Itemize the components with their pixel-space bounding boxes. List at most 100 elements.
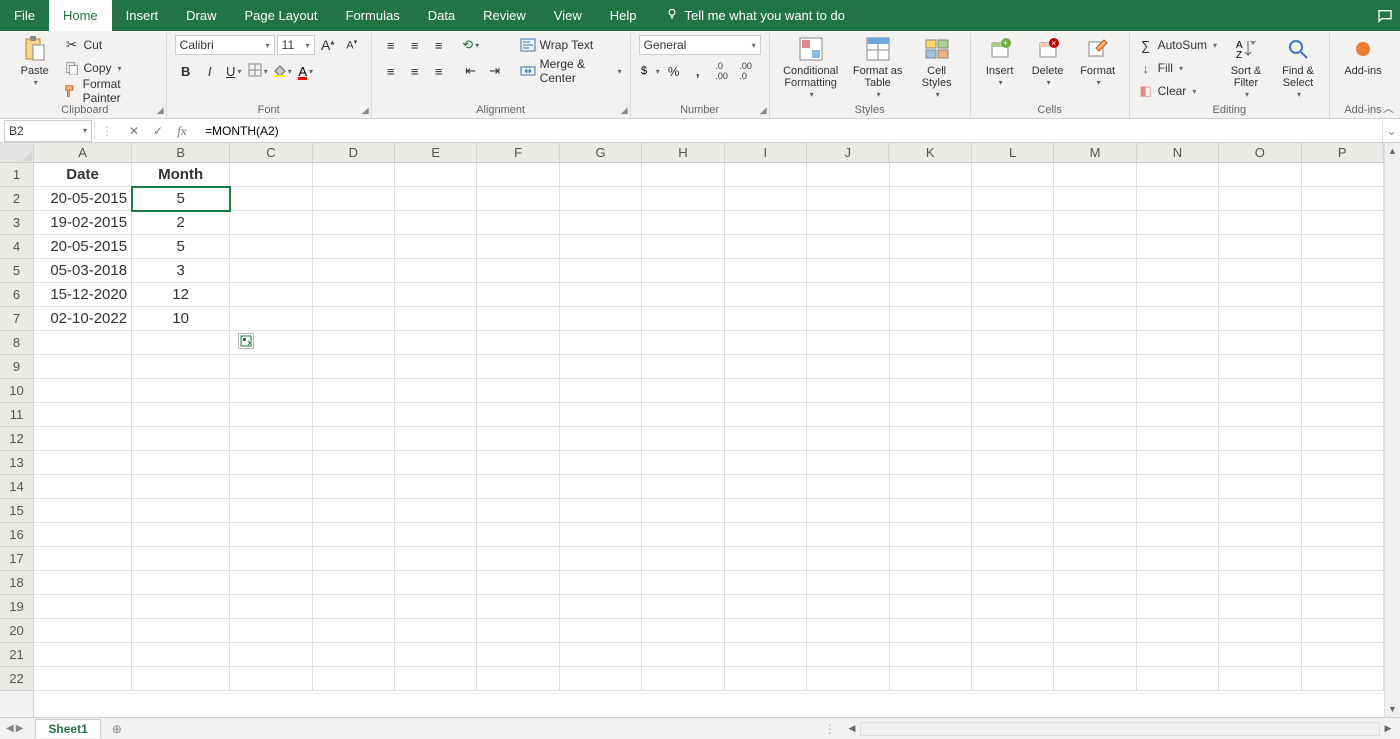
cell[interactable]	[34, 427, 132, 451]
cell[interactable]	[560, 451, 642, 475]
cell[interactable]	[1054, 595, 1136, 619]
cell[interactable]	[807, 475, 889, 499]
addins-button[interactable]: Add-ins	[1338, 35, 1388, 77]
cell[interactable]	[477, 619, 559, 643]
cell[interactable]	[230, 187, 312, 211]
cell[interactable]	[230, 355, 312, 379]
cell[interactable]	[395, 355, 477, 379]
cell[interactable]	[34, 403, 132, 427]
cell[interactable]	[1054, 163, 1136, 187]
cell[interactable]	[313, 475, 395, 499]
cell[interactable]	[1302, 643, 1384, 667]
row-header[interactable]: 1	[0, 163, 33, 187]
cell[interactable]	[890, 355, 972, 379]
cell[interactable]	[560, 259, 642, 283]
cell[interactable]	[560, 619, 642, 643]
cell[interactable]	[230, 595, 312, 619]
cell[interactable]	[642, 283, 724, 307]
cell[interactable]	[560, 163, 642, 187]
cell[interactable]	[230, 259, 312, 283]
cell[interactable]	[642, 475, 724, 499]
cell[interactable]	[560, 211, 642, 235]
cell[interactable]	[313, 523, 395, 547]
cell[interactable]	[1302, 667, 1384, 691]
cell[interactable]	[1219, 427, 1301, 451]
cell[interactable]	[230, 307, 312, 331]
cell[interactable]	[560, 235, 642, 259]
cell[interactable]	[1302, 235, 1384, 259]
row-header[interactable]: 6	[0, 283, 33, 307]
cell[interactable]	[313, 547, 395, 571]
cell[interactable]	[972, 595, 1054, 619]
cell[interactable]	[725, 619, 807, 643]
cell[interactable]	[807, 523, 889, 547]
cell[interactable]	[395, 643, 477, 667]
scroll-left-icon[interactable]: ◀	[844, 721, 860, 737]
cell[interactable]	[890, 547, 972, 571]
cell[interactable]	[1054, 187, 1136, 211]
cell[interactable]	[890, 283, 972, 307]
align-middle-button[interactable]: ≡	[404, 35, 426, 55]
row-header[interactable]: 3	[0, 211, 33, 235]
cell[interactable]	[1137, 187, 1219, 211]
cell[interactable]	[395, 667, 477, 691]
cell[interactable]	[395, 259, 477, 283]
cell[interactable]	[132, 667, 230, 691]
cell[interactable]	[972, 427, 1054, 451]
column-header[interactable]: J	[807, 143, 889, 162]
horizontal-scrollbar[interactable]	[860, 722, 1380, 736]
sheet-prev-icon[interactable]: ◀	[6, 723, 14, 734]
cell[interactable]	[34, 499, 132, 523]
cell[interactable]	[1219, 523, 1301, 547]
cut-button[interactable]: ✂ Cut	[64, 35, 158, 55]
select-all-button[interactable]	[0, 143, 33, 163]
cell[interactable]	[1219, 259, 1301, 283]
cell[interactable]	[1302, 523, 1384, 547]
comma-button[interactable]: ,	[687, 61, 709, 81]
cell[interactable]	[313, 619, 395, 643]
cell[interactable]	[395, 235, 477, 259]
cell[interactable]	[477, 475, 559, 499]
cell[interactable]	[560, 355, 642, 379]
sheet-nav[interactable]: ◀ ▶	[0, 723, 29, 734]
scroll-down-icon[interactable]: ▼	[1385, 701, 1400, 717]
cell[interactable]	[560, 283, 642, 307]
cell[interactable]	[477, 163, 559, 187]
cell[interactable]	[1302, 619, 1384, 643]
cell[interactable]	[1054, 571, 1136, 595]
cell[interactable]	[395, 331, 477, 355]
cell[interactable]	[725, 643, 807, 667]
cell[interactable]	[642, 307, 724, 331]
cell[interactable]: 20-05-2015	[34, 187, 132, 211]
cell[interactable]	[34, 331, 132, 355]
cell[interactable]	[230, 571, 312, 595]
vertical-scrollbar[interactable]: ▲ ▼	[1384, 143, 1400, 717]
cell[interactable]	[1219, 643, 1301, 667]
cell[interactable]	[1054, 667, 1136, 691]
cell[interactable]	[1137, 451, 1219, 475]
cell[interactable]	[972, 475, 1054, 499]
cell[interactable]	[1302, 355, 1384, 379]
row-header[interactable]: 18	[0, 571, 33, 595]
underline-button[interactable]: U▾	[223, 61, 245, 81]
row-header[interactable]: 8	[0, 331, 33, 355]
cell[interactable]	[1302, 331, 1384, 355]
cell[interactable]	[1054, 475, 1136, 499]
cell[interactable]	[230, 379, 312, 403]
cell[interactable]	[725, 379, 807, 403]
column-header[interactable]: L	[972, 143, 1054, 162]
row-header[interactable]: 10	[0, 379, 33, 403]
cell[interactable]	[890, 619, 972, 643]
cell[interactable]: 12	[132, 283, 230, 307]
cell[interactable]	[807, 667, 889, 691]
cell[interactable]	[230, 451, 312, 475]
cell[interactable]	[890, 475, 972, 499]
cell[interactable]	[1137, 403, 1219, 427]
cell[interactable]	[477, 235, 559, 259]
cell[interactable]	[1219, 571, 1301, 595]
column-header[interactable]: K	[889, 143, 971, 162]
cell[interactable]	[972, 235, 1054, 259]
row-header[interactable]: 5	[0, 259, 33, 283]
cell[interactable]	[725, 403, 807, 427]
cell[interactable]	[642, 523, 724, 547]
